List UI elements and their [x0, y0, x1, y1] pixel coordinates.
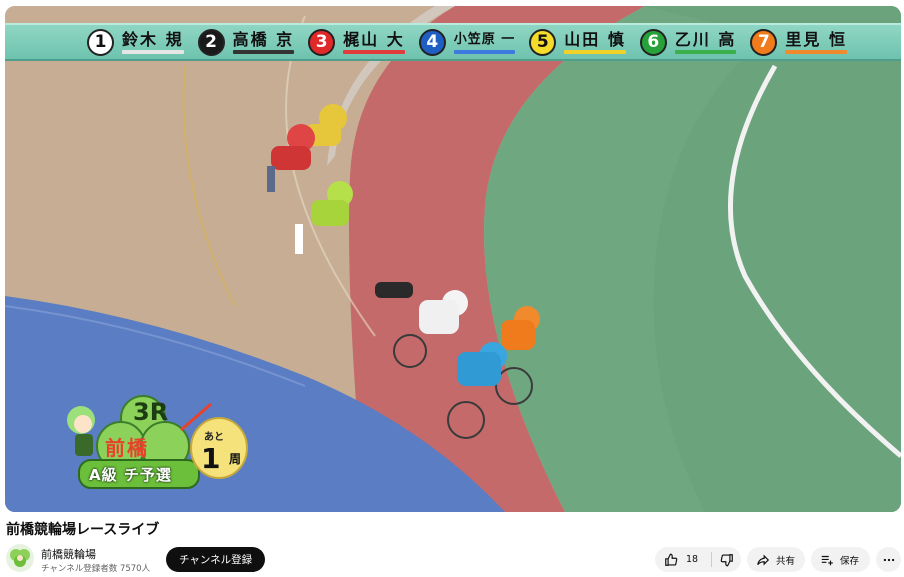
rider-number-badge: 2: [197, 28, 225, 56]
race-info-badge: 3R 前橋 A級 チ予選 あと 1 周: [61, 390, 261, 495]
rider-5: 5 山田 慎: [529, 28, 626, 56]
rider-number-badge: 7: [750, 28, 778, 56]
video-title: 前橋競輪場レースライブ: [6, 522, 160, 538]
rider-number-badge: 1: [87, 28, 114, 56]
rider-number-badge: 5: [529, 28, 557, 56]
thumbs-up-icon: [664, 553, 678, 567]
rider-name: 梶山 大: [343, 29, 405, 49]
save-label: 保存: [840, 555, 860, 567]
rider-name: 乙川 高: [674, 29, 737, 49]
like-button[interactable]: 18: [655, 547, 711, 572]
channel-avatar[interactable]: [6, 544, 34, 572]
rider-1: 1 鈴木 規: [87, 28, 184, 56]
more-horizontal-icon: [882, 553, 896, 567]
more-actions-button[interactable]: [876, 547, 901, 572]
laps-prefix: あと: [204, 432, 224, 443]
rider-number-badge: 3: [308, 28, 336, 56]
rider-3: 3 梶山 大: [308, 28, 405, 56]
subscribe-button[interactable]: チャンネル登録: [166, 547, 266, 572]
rider-name: 小笠原 一: [453, 31, 516, 47]
rider-6: 6 乙川 高: [639, 28, 737, 56]
channel-name[interactable]: 前橋競輪場: [41, 546, 96, 562]
share-button[interactable]: 共有: [747, 547, 805, 572]
rider-name: 山田 慎: [564, 29, 626, 49]
video-player[interactable]: 1 鈴木 規 2 高橋 京 3 梶山 大 4 小笠原 一 5 山田 慎 6 乙川…: [5, 6, 901, 512]
thumbs-down-icon: [720, 553, 734, 567]
rider-7: 7 里見 恒: [750, 28, 847, 56]
subscriber-count: チャンネル登録者数 7570人: [41, 564, 151, 574]
playlist-add-icon: [820, 553, 834, 567]
rider-lineup-bar: 1 鈴木 規 2 高橋 京 3 梶山 大 4 小笠原 一 5 山田 慎 6 乙川…: [5, 23, 901, 61]
rider-number-badge: 6: [639, 28, 667, 56]
rider-name: 鈴木 規: [122, 29, 184, 49]
laps-unit: 周: [229, 452, 242, 466]
race-class-label: A級 チ予選: [89, 466, 172, 484]
like-count: 18: [686, 554, 699, 565]
venue-label: 前橋: [105, 436, 149, 460]
rider-name: 高橋 京: [232, 29, 295, 49]
laps-remaining: 1: [201, 442, 221, 475]
rider-2: 2 高橋 京: [197, 28, 295, 56]
share-arrow-icon: [756, 553, 770, 567]
rider-4: 4 小笠原 一: [418, 28, 516, 56]
dislike-button[interactable]: [712, 547, 741, 572]
rider-name: 里見 恒: [785, 29, 847, 49]
rider-number-badge: 4: [418, 28, 446, 56]
share-label: 共有: [776, 555, 796, 567]
race-number: 3R: [133, 398, 169, 426]
like-dislike-group: 18: [655, 547, 741, 572]
save-button[interactable]: 保存: [811, 547, 870, 572]
